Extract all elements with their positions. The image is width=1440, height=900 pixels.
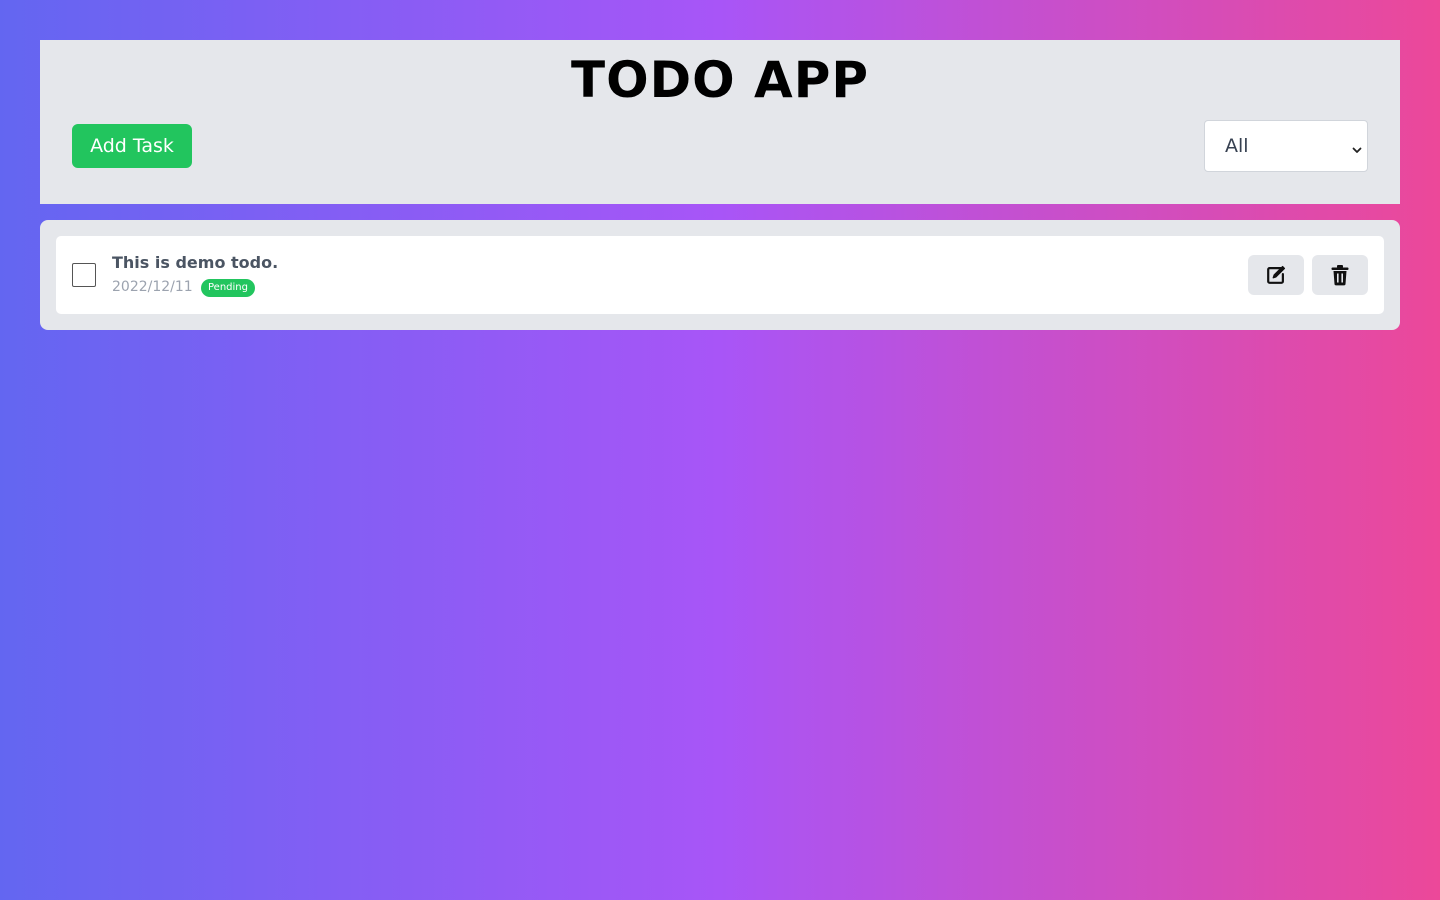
filter-selected-value: All bbox=[1225, 135, 1249, 157]
status-badge: Pending bbox=[201, 279, 255, 297]
todo-list-panel: This is demo todo. 2022/12/11 Pending bbox=[40, 220, 1400, 330]
trash-icon bbox=[1330, 264, 1350, 286]
todo-title: This is demo todo. bbox=[112, 253, 279, 272]
edit-icon bbox=[1265, 264, 1287, 286]
status-filter-select[interactable]: All bbox=[1204, 120, 1368, 172]
todo-checkbox[interactable] bbox=[72, 263, 96, 287]
chevron-down-icon bbox=[1351, 139, 1363, 153]
delete-todo-button[interactable] bbox=[1312, 255, 1368, 295]
header-panel: TODO APP Add Task All bbox=[40, 40, 1400, 204]
add-task-button[interactable]: Add Task bbox=[72, 124, 192, 168]
todo-item: This is demo todo. 2022/12/11 Pending bbox=[56, 236, 1384, 314]
edit-todo-button[interactable] bbox=[1248, 255, 1304, 295]
app-title: TODO APP bbox=[570, 51, 869, 109]
todo-date: 2022/12/11 bbox=[112, 279, 193, 295]
